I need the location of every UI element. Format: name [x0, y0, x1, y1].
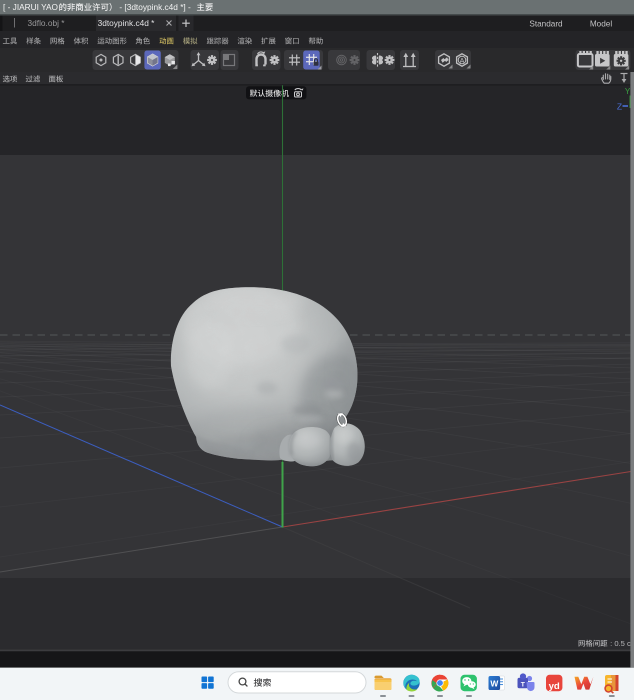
svg-text:W: W [490, 679, 498, 689]
svg-text:A: A [460, 56, 465, 65]
svg-text:3dtoypink.c4d *: 3dtoypink.c4d * [98, 18, 156, 28]
svg-text:[ - JIARUI YAO: [ - JIARUI YAO [3, 2, 59, 12]
svg-text:3dflo.obj *: 3dflo.obj * [28, 18, 66, 28]
svg-text:Z: Z [617, 102, 622, 112]
svg-text:Y: Y [625, 87, 631, 96]
svg-text:Model: Model [590, 20, 612, 29]
svg-text:- [3dtoypink.c4d *] -: - [3dtoypink.c4d *] - [119, 2, 191, 12]
svg-text:Standard: Standard [529, 20, 563, 29]
svg-text:yd: yd [549, 681, 560, 692]
